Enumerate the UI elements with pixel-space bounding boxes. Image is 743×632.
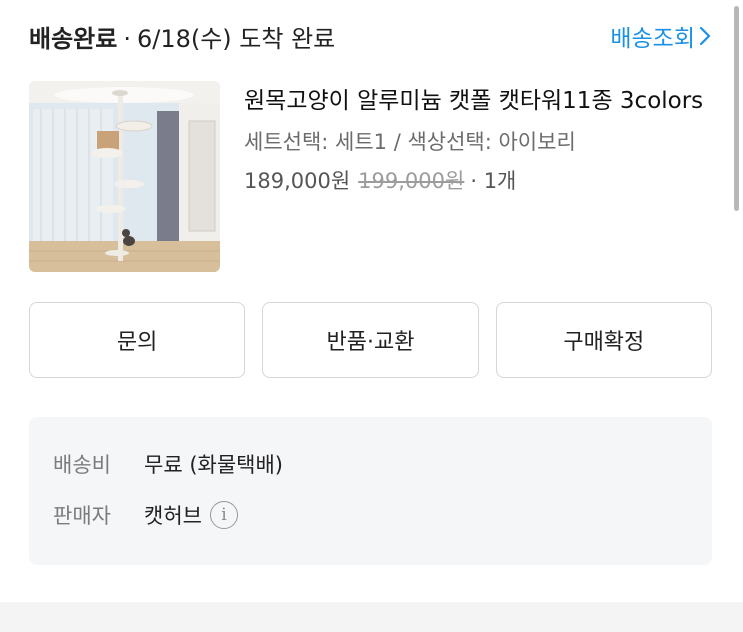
shipping-fee-row: 배송비 무료 (화물택배)	[53, 449, 688, 479]
sale-price: 189,000원	[244, 169, 351, 193]
info-icon[interactable]: i	[209, 501, 238, 529]
shipping-fee-value: 무료 (화물택배)	[144, 453, 283, 477]
action-buttons: 문의 반품·교환 구매확정	[29, 302, 712, 378]
price-row: 189,000원 199,000원 · 1개	[244, 166, 723, 196]
chevron-right-icon	[699, 26, 711, 46]
product-name[interactable]: 원목고양이 알루미늄 캣폴 캣타워11종 3colors	[244, 81, 723, 121]
seller-label: 판매자	[53, 504, 111, 528]
product-image[interactable]	[29, 81, 220, 272]
original-price: 199,000원	[358, 169, 465, 193]
status-text: 배송완료	[29, 24, 118, 53]
scrollbar[interactable]	[734, 6, 739, 211]
section-divider	[0, 602, 743, 632]
seller-value-wrap: 캣허브 i	[144, 500, 238, 530]
seller-name[interactable]: 캣허브	[144, 500, 202, 530]
delivery-status-line: 배송완료 · 6/18(수) 도착 완료	[29, 19, 335, 54]
return-exchange-button[interactable]: 반품·교환	[262, 302, 479, 378]
confirm-purchase-button[interactable]: 구매확정	[495, 302, 712, 378]
product-card[interactable]: 원목고양이 알루미늄 캣폴 캣타워11종 3colors 세트선택: 세트1 /…	[29, 81, 723, 273]
inquiry-button[interactable]: 문의	[29, 302, 246, 378]
order-details-panel: 배송비 무료 (화물택배) 판매자 캣허브 i	[29, 417, 712, 565]
cat-tower-photo	[29, 81, 220, 272]
shipping-fee-label: 배송비	[53, 453, 111, 477]
product-options: 세트선택: 세트1 / 색상선택: 아이보리	[244, 130, 576, 154]
separator: ·	[123, 24, 131, 53]
seller-row: 판매자 캣허브 i	[53, 500, 688, 530]
track-delivery-label: 배송조회	[610, 26, 695, 52]
quantity: · 1개	[470, 169, 517, 193]
product-info: 원목고양이 알루미늄 캣폴 캣타워11종 3colors 세트선택: 세트1 /…	[244, 81, 723, 273]
track-delivery-link[interactable]: 배송조회	[610, 19, 711, 53]
delivery-date: 6/18(수) 도착 완료	[136, 24, 336, 53]
order-header: 배송완료 · 6/18(수) 도착 완료 배송조회	[29, 18, 711, 54]
